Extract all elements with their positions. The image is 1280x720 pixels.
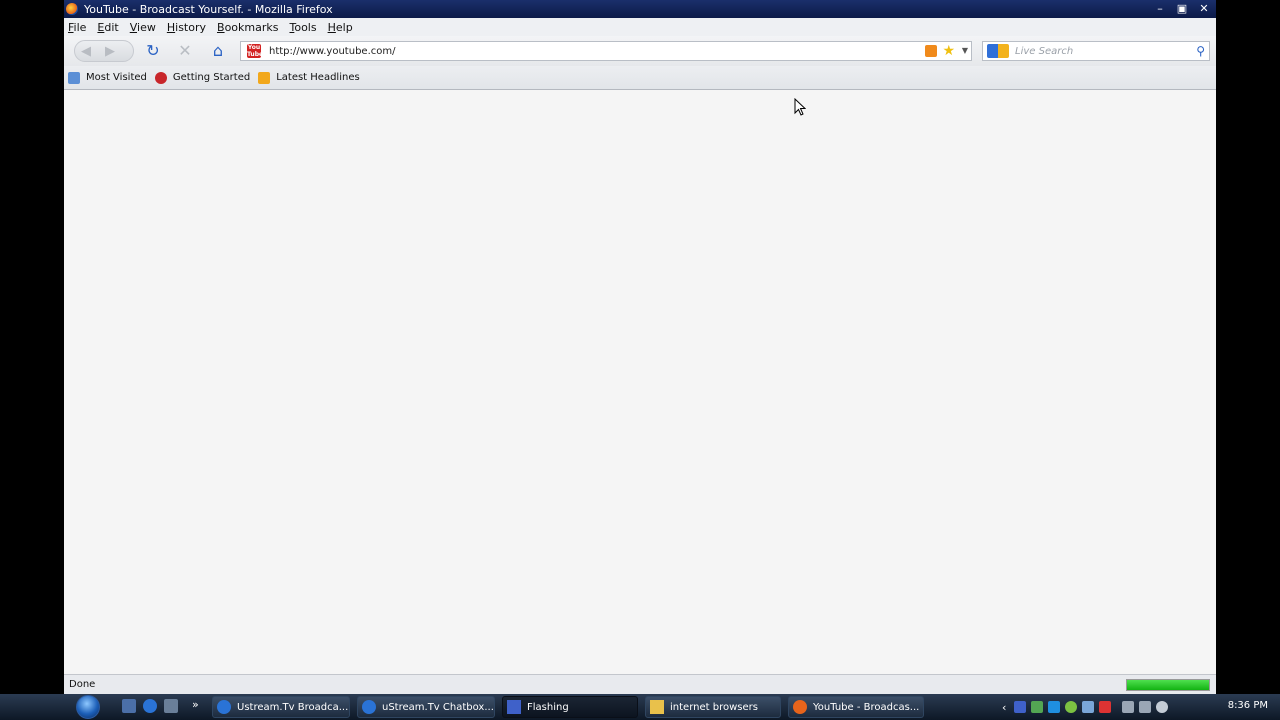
flashing-app-icon [507, 700, 521, 714]
status-text: Done [69, 679, 96, 690]
folder-icon [650, 700, 664, 714]
show-desktop-icon[interactable] [122, 699, 136, 713]
volume-icon[interactable] [1156, 701, 1169, 713]
menu-bookmarks[interactable]: Bookmarks [217, 21, 278, 34]
restore-button[interactable]: ▣ [1176, 3, 1188, 15]
tray-clock[interactable]: 8:36 PM [1228, 700, 1268, 711]
page-content[interactable] [64, 91, 1216, 674]
tray-messenger-icon[interactable] [1048, 701, 1061, 713]
task-internet-browsers[interactable]: internet browsers [645, 696, 781, 718]
system-tray: ‹ 8:36 PM [1002, 694, 1280, 720]
tray-signal-icon[interactable] [1122, 701, 1135, 713]
quick-launch-more-icon[interactable]: » [192, 698, 199, 711]
most-visited-icon [68, 71, 80, 84]
status-bar: Done [64, 674, 1216, 694]
mouse-pointer-icon [794, 98, 806, 116]
bookmark-getting-started[interactable]: Getting Started [154, 71, 250, 84]
title-bar[interactable]: YouTube - Broadcast Yourself. - Mozilla … [64, 0, 1216, 18]
switch-windows-icon[interactable] [164, 699, 178, 713]
firefox-icon [793, 700, 807, 714]
tray-network-icon[interactable] [1031, 701, 1044, 713]
start-button[interactable] [70, 694, 106, 720]
url-text[interactable]: http://www.youtube.com/ [269, 46, 395, 57]
window-title: YouTube - Broadcast Yourself. - Mozilla … [84, 2, 333, 16]
bookmarks-toolbar: Most Visited Getting Started Latest Head… [64, 66, 1216, 90]
task-ustream-broadcast[interactable]: Ustream.Tv Broadca... [212, 696, 350, 718]
back-icon[interactable]: ◀ [81, 44, 91, 59]
ie-icon [362, 700, 376, 714]
youtube-favicon-icon: You Tube [247, 44, 264, 58]
rss-feed-icon [258, 71, 271, 84]
menu-help[interactable]: Help [328, 21, 353, 34]
minimize-button[interactable]: – [1154, 3, 1166, 15]
search-placeholder[interactable]: Live Search [1015, 46, 1073, 57]
magnifier-icon[interactable]: ⚲ [1196, 43, 1205, 59]
stop-icon[interactable]: ✕ [176, 42, 194, 60]
search-box[interactable]: Live Search ⚲ [982, 41, 1210, 61]
forward-icon[interactable]: ▶ [105, 44, 115, 59]
menu-bar: File Edit View History Bookmarks Tools H… [64, 18, 1216, 36]
taskbar: » Ustream.Tv Broadca... uStream.Tv Chatb… [0, 694, 1280, 720]
ie-icon [217, 700, 231, 714]
url-bar[interactable]: You Tube http://www.youtube.com/ ★ ▼ [240, 41, 972, 61]
tray-security-icon[interactable] [1065, 701, 1078, 713]
internet-explorer-icon[interactable] [143, 699, 157, 713]
url-dropdown-icon[interactable]: ▼ [962, 43, 968, 59]
menu-history[interactable]: History [167, 21, 206, 34]
menu-tools[interactable]: Tools [289, 21, 316, 34]
reload-icon[interactable]: ↻ [144, 42, 162, 60]
tray-expand-icon[interactable]: ‹ [1002, 701, 1006, 714]
menu-edit[interactable]: Edit [97, 21, 118, 34]
tray-antivirus-icon[interactable] [1099, 701, 1112, 713]
tray-app-icon[interactable] [1014, 701, 1027, 713]
home-icon[interactable]: ⌂ [209, 42, 227, 60]
bookmark-star-icon[interactable]: ★ [942, 43, 955, 59]
bookmark-latest-headlines[interactable]: Latest Headlines [258, 71, 360, 84]
tray-display-icon[interactable] [1139, 701, 1152, 713]
task-ustream-chatbox[interactable]: uStream.Tv Chatbox... [357, 696, 495, 718]
windows-orb-icon [76, 695, 100, 719]
rss-feed-icon[interactable] [925, 45, 937, 57]
firefox-icon [66, 3, 78, 15]
task-youtube-firefox[interactable]: YouTube - Broadcas... [788, 696, 924, 718]
menu-file[interactable]: File [68, 21, 86, 34]
firefox-window: YouTube - Broadcast Yourself. - Mozilla … [64, 0, 1216, 694]
search-engine-icon[interactable] [987, 44, 1009, 58]
menu-view[interactable]: View [130, 21, 156, 34]
tray-user-icon[interactable] [1082, 701, 1095, 713]
progress-bar [1126, 679, 1210, 691]
progress-fill [1127, 680, 1209, 690]
close-button[interactable]: ✕ [1198, 3, 1210, 15]
getting-started-icon [154, 71, 167, 84]
bookmark-most-visited[interactable]: Most Visited [68, 71, 147, 84]
window-controls: – ▣ ✕ [1154, 0, 1210, 18]
task-flashing[interactable]: Flashing [502, 696, 638, 718]
navigation-toolbar: ◀ ▶ ↻ ✕ ⌂ You Tube http://www.youtube.com… [64, 36, 1216, 66]
back-forward-group[interactable]: ◀ ▶ [74, 40, 134, 62]
